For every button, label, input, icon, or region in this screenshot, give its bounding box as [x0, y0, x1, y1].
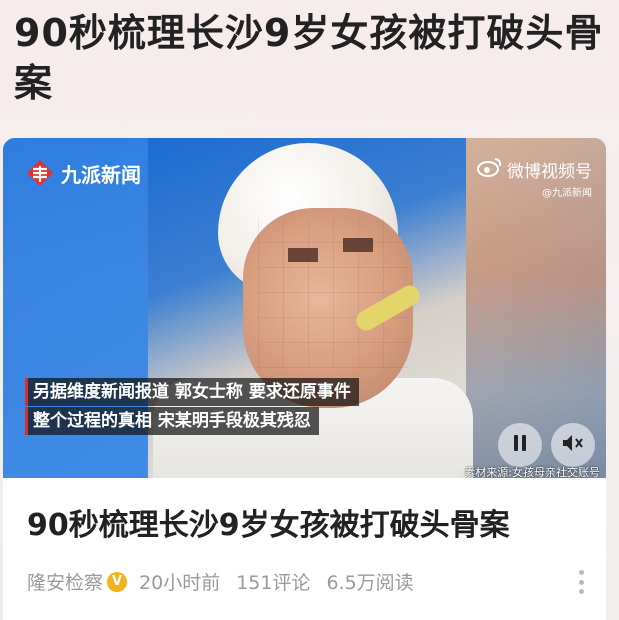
- jiupai-logo: 九派新闻: [25, 158, 141, 188]
- view-count: 6.5万阅读: [326, 572, 414, 594]
- author-name[interactable]: 隆安检察: [27, 568, 103, 595]
- more-dot: [578, 579, 584, 585]
- weibo-icon: [477, 156, 503, 182]
- pause-button[interactable]: [498, 423, 542, 467]
- article-meta: 隆安检察 V 20小时前 151评论 6.5万阅读: [27, 568, 430, 595]
- page-title: 90秒梳理长沙9岁女孩被打破头骨案: [14, 11, 604, 105]
- more-dot: [578, 570, 584, 575]
- subtitle-text-1: 另据维度新闻报道 郭女士称 要求还原事件: [33, 382, 351, 402]
- logo-right-text: 微博视频号: [507, 161, 592, 182]
- article-title[interactable]: 90秒梳理长沙9岁女孩被打破头骨案: [27, 506, 597, 546]
- subtitle-text-2: 整个过程的真相 宋某明手段极其残忍: [33, 411, 311, 431]
- mosaic-block: [343, 238, 373, 252]
- subtitle-accent-bar: [25, 378, 28, 406]
- subtitle-line-2: 整个过程的真相 宋某明手段极其残忍: [25, 407, 319, 435]
- mosaic-block: [288, 248, 318, 262]
- more-dot: [578, 589, 584, 594]
- weibo-video-logo: 微博视频号 @九派新闻: [477, 156, 592, 199]
- jiupai-logo-icon: [25, 158, 55, 188]
- publish-time: 20小时前: [139, 572, 221, 594]
- mute-icon: [561, 433, 585, 457]
- subtitle-line-1: 另据维度新闻报道 郭女士称 要求还原事件: [25, 378, 359, 406]
- source-note: 素材来源:女孩母亲社交账号: [464, 466, 600, 478]
- comment-count[interactable]: 151评论: [236, 568, 310, 595]
- more-vertical-icon[interactable]: [578, 570, 584, 594]
- logo-right-handle: @九派新闻: [542, 188, 592, 199]
- verified-badge-icon: V: [107, 571, 128, 592]
- logo-left-text: 九派新闻: [61, 162, 141, 187]
- mute-button[interactable]: [551, 423, 595, 467]
- video-player[interactable]: 九派新闻 微博视频号 @九派新闻 另据维度新闻报道 郭女士称 要求还原事件 整个…: [3, 138, 606, 478]
- article-card[interactable]: 九派新闻 微博视频号 @九派新闻 另据维度新闻报道 郭女士称 要求还原事件 整个…: [3, 138, 606, 620]
- video-mosaic: [258, 218, 408, 368]
- pause-icon: [512, 434, 528, 456]
- subtitle-accent-bar: [25, 407, 28, 435]
